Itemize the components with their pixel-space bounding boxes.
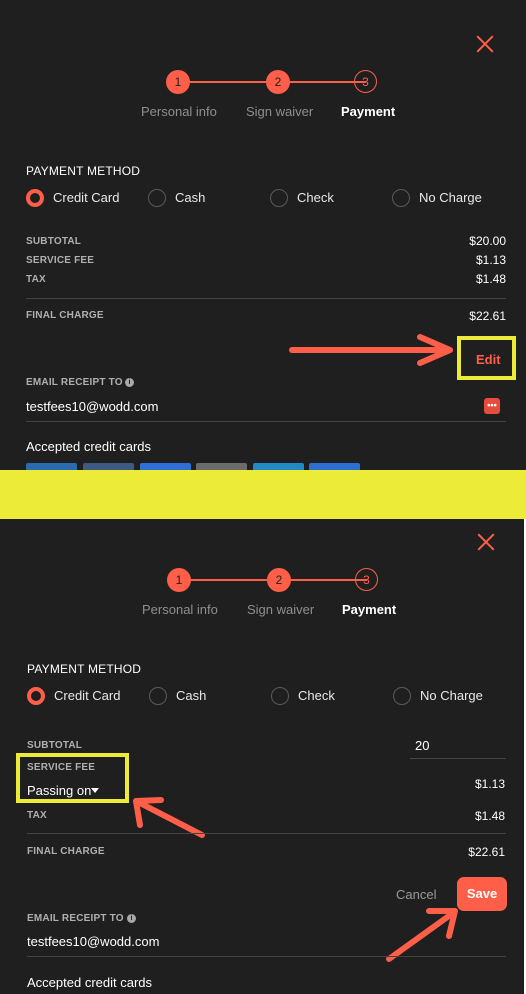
annotation-arrow-right bbox=[289, 334, 453, 366]
final-charge-amount: $22.61 bbox=[468, 845, 505, 859]
step-connector bbox=[178, 81, 278, 83]
tax-label: TAX bbox=[27, 810, 47, 821]
radio-label-credit-card[interactable]: Credit Card bbox=[53, 190, 119, 205]
radio-check[interactable] bbox=[271, 687, 289, 705]
card-logo-mastercard bbox=[83, 463, 134, 470]
card-logo-jcb bbox=[309, 463, 360, 470]
payment-panel-view: 1 2 3 Personal info Sign waiver Payment … bbox=[0, 0, 526, 470]
radio-label-check[interactable]: Check bbox=[298, 688, 335, 703]
payment-panel-edit: 1 2 3 Personal info Sign waiver Payment … bbox=[0, 519, 524, 994]
step-label-sign-waiver: Sign waiver bbox=[246, 104, 314, 119]
step-label-sign-waiver: Sign waiver bbox=[247, 602, 315, 617]
radio-check[interactable] bbox=[270, 189, 288, 207]
step-label-personal-info: Personal info bbox=[142, 602, 218, 617]
step-label-payment: Payment bbox=[341, 104, 396, 119]
close-icon[interactable] bbox=[476, 35, 494, 53]
subtotal-input-underline bbox=[410, 758, 506, 759]
service-fee-amount: $1.13 bbox=[475, 253, 506, 267]
radio-label-cash[interactable]: Cash bbox=[176, 688, 206, 703]
radio-credit-card[interactable] bbox=[27, 687, 45, 705]
more-options-icon[interactable]: ••• bbox=[484, 398, 500, 414]
radio-no-charge[interactable] bbox=[393, 687, 411, 705]
radio-label-no-charge[interactable]: No Charge bbox=[419, 190, 482, 205]
card-logo-diners bbox=[253, 463, 304, 470]
summary-divider bbox=[27, 833, 506, 834]
tax-amount: $1.48 bbox=[475, 272, 506, 286]
tax-amount: $1.48 bbox=[474, 809, 505, 823]
info-icon[interactable]: i bbox=[127, 914, 136, 923]
separator-band bbox=[0, 470, 526, 519]
info-icon[interactable]: i bbox=[125, 378, 134, 387]
card-logo-amex bbox=[140, 463, 191, 470]
tax-label: TAX bbox=[26, 274, 46, 285]
step-2-indicator: 2 bbox=[266, 70, 290, 94]
subtotal-input[interactable]: 20 bbox=[415, 738, 429, 753]
subtotal-amount: $20.00 bbox=[469, 234, 506, 248]
radio-label-credit-card[interactable]: Credit Card bbox=[54, 688, 120, 703]
email-receipt-label: EMAIL RECEIPT TO bbox=[26, 377, 123, 388]
radio-cash[interactable] bbox=[149, 687, 167, 705]
step-1-indicator: 1 bbox=[167, 568, 191, 592]
service-fee-select[interactable]: Passing on bbox=[27, 783, 91, 798]
service-fee-amount: $1.13 bbox=[474, 777, 505, 791]
summary-divider bbox=[26, 298, 506, 299]
final-charge-label: FINAL CHARGE bbox=[27, 846, 105, 857]
email-receipt-label: EMAIL RECEIPT TO bbox=[27, 913, 124, 924]
step-connector bbox=[278, 81, 366, 83]
cancel-button[interactable]: Cancel bbox=[396, 887, 436, 902]
radio-label-cash[interactable]: Cash bbox=[175, 190, 205, 205]
annotation-arrow-fee bbox=[133, 797, 205, 838]
subtotal-label: SUBTOTAL bbox=[26, 236, 82, 247]
card-logo-visa bbox=[26, 463, 77, 470]
radio-label-no-charge[interactable]: No Charge bbox=[420, 688, 483, 703]
email-divider bbox=[27, 956, 506, 957]
radio-cash[interactable] bbox=[148, 189, 166, 207]
radio-credit-card[interactable] bbox=[26, 189, 44, 207]
service-fee-label: SERVICE FEE bbox=[26, 255, 95, 266]
step-connector bbox=[179, 579, 279, 581]
payment-method-title: PAYMENT METHOD bbox=[26, 164, 141, 178]
close-icon[interactable] bbox=[477, 533, 495, 551]
step-connector bbox=[279, 579, 367, 581]
step-label-personal-info: Personal info bbox=[141, 104, 217, 119]
payment-method-title: PAYMENT METHOD bbox=[27, 662, 142, 676]
email-divider bbox=[26, 421, 506, 422]
email-receipt-value[interactable]: testfees10@wodd.com bbox=[26, 399, 158, 414]
final-charge-label: FINAL CHARGE bbox=[26, 310, 104, 321]
step-label-payment: Payment bbox=[342, 602, 397, 617]
chevron-down-icon[interactable] bbox=[91, 788, 99, 793]
accepted-cards-title: Accepted credit cards bbox=[27, 975, 153, 990]
step-1-indicator: 1 bbox=[166, 70, 190, 94]
accepted-cards-title: Accepted credit cards bbox=[26, 439, 152, 454]
final-charge-amount: $22.61 bbox=[469, 309, 506, 323]
step-3-indicator: 3 bbox=[354, 70, 377, 93]
step-3-indicator: 3 bbox=[355, 568, 378, 591]
email-receipt-value[interactable]: testfees10@wodd.com bbox=[27, 934, 159, 949]
service-fee-label: SERVICE FEE bbox=[27, 762, 96, 773]
radio-no-charge[interactable] bbox=[392, 189, 410, 207]
subtotal-label: SUBTOTAL bbox=[27, 740, 83, 751]
save-button[interactable]: Save bbox=[457, 877, 507, 911]
card-logo-discover bbox=[196, 463, 247, 470]
step-2-indicator: 2 bbox=[267, 568, 291, 592]
radio-label-check[interactable]: Check bbox=[297, 190, 334, 205]
edit-button[interactable]: Edit bbox=[476, 352, 501, 367]
